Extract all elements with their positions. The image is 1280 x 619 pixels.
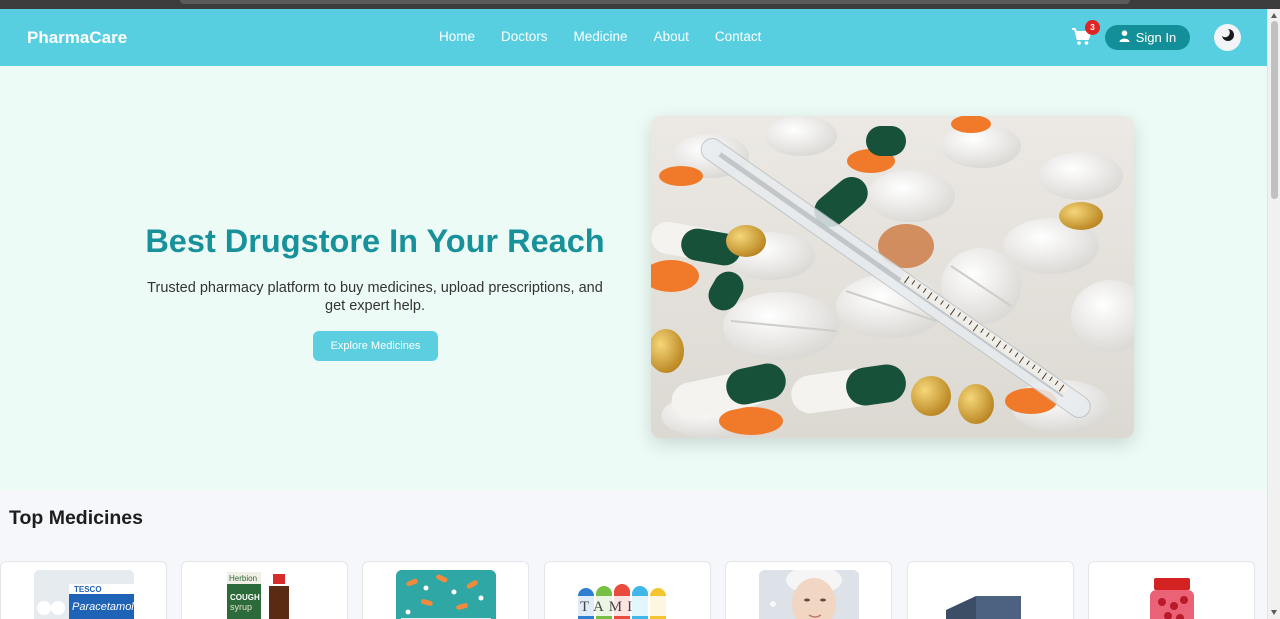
svg-text:syrup: syrup — [230, 602, 252, 612]
vitamins-image: TAMI — [578, 570, 678, 619]
browser-viewport: PharmaCare Home Doctors Medicine About C… — [0, 0, 1280, 619]
vertical-scrollbar[interactable] — [1267, 9, 1280, 619]
cough-syrup-image: Herbion COUGH syrup — [215, 570, 315, 619]
capsules-image — [396, 570, 496, 619]
hero-title: Best Drugstore In Your Reach — [145, 223, 605, 259]
hero-section: Best Drugstore In Your Reach Trusted pha… — [0, 66, 1267, 490]
user-icon — [1119, 30, 1130, 45]
card-brand-text: TESCO — [74, 585, 102, 594]
cart-count-badge: 3 — [1085, 20, 1100, 35]
scroll-down-icon[interactable] — [1271, 610, 1277, 615]
theme-toggle-button[interactable] — [1214, 24, 1241, 51]
medicine-card[interactable] — [725, 561, 892, 619]
supplement-bottle-image — [1122, 570, 1222, 619]
medicine-card[interactable] — [1088, 561, 1255, 619]
nav-home[interactable]: Home — [439, 29, 475, 44]
browser-chrome — [0, 0, 1280, 9]
top-medicines-title: Top Medicines — [9, 507, 143, 529]
nav-medicine[interactable]: Medicine — [574, 29, 628, 44]
medicine-card[interactable] — [907, 561, 1074, 619]
card-label-text: TAMI — [580, 599, 637, 615]
nav-links: Home Doctors Medicine About Contact — [439, 29, 761, 44]
svg-text:Herbion: Herbion — [229, 574, 257, 583]
sign-in-label: Sign In — [1135, 30, 1177, 45]
paracetamol-image: TESCO Paracetamol — [34, 570, 134, 619]
explore-medicines-button[interactable]: Explore Medicines — [313, 331, 438, 361]
medicine-card[interactable]: TESCO Paracetamol — [0, 561, 167, 619]
scroll-up-icon[interactable] — [1271, 13, 1277, 18]
nav-about[interactable]: About — [654, 29, 689, 44]
inhaler-image — [941, 570, 1041, 619]
top-medicines-list: TESCO Paracetamol Herbion COUGH syrup TA… — [0, 561, 1267, 619]
medicine-card[interactable]: Herbion COUGH syrup — [181, 561, 348, 619]
navbar: PharmaCare Home Doctors Medicine About C… — [0, 9, 1267, 66]
nav-contact[interactable]: Contact — [715, 29, 762, 44]
hero-pills-image — [651, 116, 1134, 438]
skincare-image — [759, 570, 859, 619]
medicine-card[interactable]: TAMI — [544, 561, 711, 619]
brand-logo[interactable]: PharmaCare — [27, 28, 127, 48]
svg-text:COUGH: COUGH — [230, 593, 260, 602]
scrollbar-thumb[interactable] — [1271, 21, 1278, 199]
nav-doctors[interactable]: Doctors — [501, 29, 548, 44]
hero-subtitle: Trusted pharmacy platform to buy medicin… — [147, 280, 603, 314]
medicine-card[interactable] — [362, 561, 529, 619]
moon-icon — [1220, 28, 1235, 47]
page: PharmaCare Home Doctors Medicine About C… — [0, 9, 1267, 619]
card-label-text: Paracetamol — [72, 601, 134, 613]
sign-in-button[interactable]: Sign In — [1105, 25, 1190, 50]
